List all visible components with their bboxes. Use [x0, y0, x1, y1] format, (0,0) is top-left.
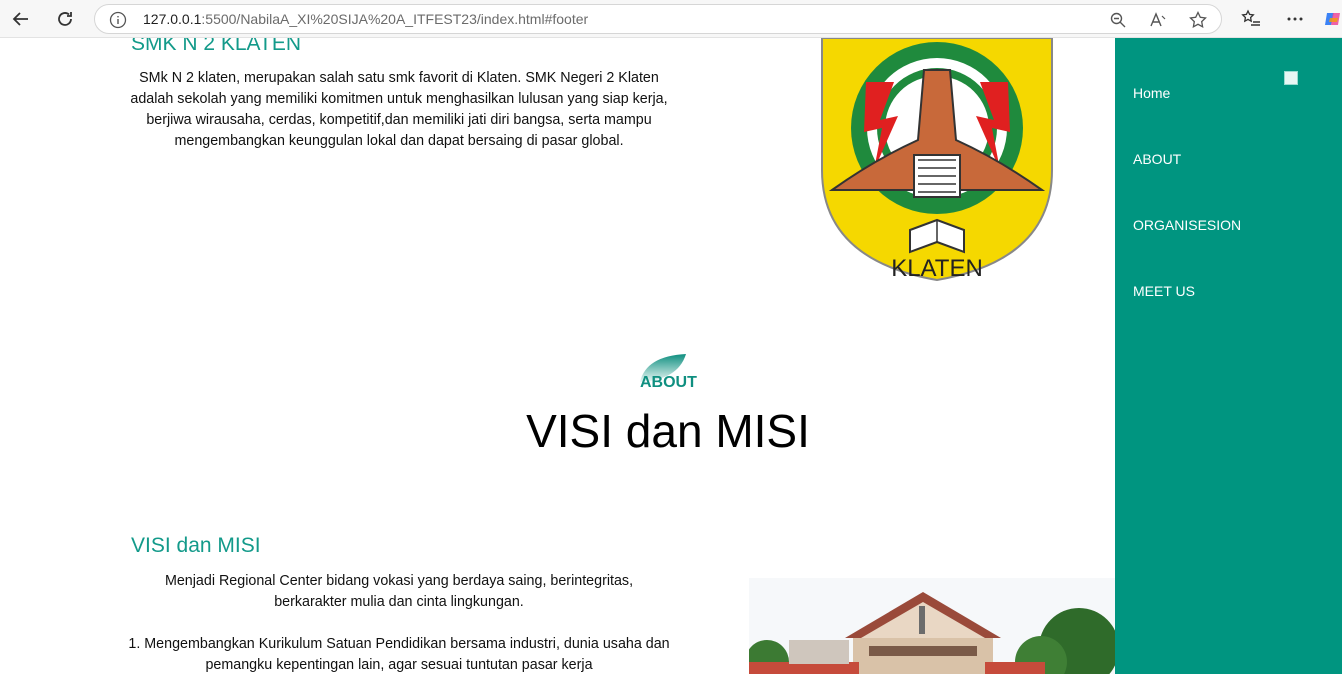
back-button[interactable]	[8, 6, 34, 32]
broken-image-icon	[1284, 71, 1298, 85]
url-text: 127.0.0.1:5500/NabilaA_XI%20SIJA%20A_ITF…	[143, 11, 588, 27]
about-badge-label: ABOUT	[640, 374, 697, 391]
arrow-left-icon	[12, 12, 28, 26]
info-icon[interactable]	[107, 9, 129, 31]
school-description: SMk N 2 klaten, merupakan salah satu smk…	[130, 70, 668, 149]
read-aloud-icon[interactable]	[1147, 9, 1169, 31]
sidebar-item-about[interactable]: ABOUT	[1133, 151, 1181, 167]
more-dots-icon	[1287, 17, 1303, 21]
school-building-photo	[749, 578, 1115, 674]
visi-section-title: VISI dan MISI	[131, 534, 261, 557]
sidebar-item-meet-us[interactable]: MEET US	[1133, 283, 1195, 299]
sidebar-item-home[interactable]: Home	[1133, 85, 1170, 101]
crest-text: KLATEN	[891, 255, 983, 282]
favorites-list-icon	[1241, 9, 1260, 26]
url-host: 127.0.0.1	[143, 11, 202, 27]
more-menu-button[interactable]	[1282, 6, 1308, 32]
copilot-button[interactable]	[1320, 6, 1342, 32]
sidebar-item-organisesion[interactable]: ORGANISESION	[1133, 217, 1241, 233]
address-bar[interactable]: 127.0.0.1:5500/NabilaA_XI%20SIJA%20A_ITF…	[94, 4, 1222, 34]
zoom-icon[interactable]	[1107, 9, 1129, 31]
reload-icon	[58, 12, 72, 26]
mission-text: 1. Mengembangkan Kurikulum Satuan Pendid…	[128, 636, 670, 673]
browser-toolbar: 127.0.0.1:5500/NabilaA_XI%20SIJA%20A_ITF…	[0, 0, 1342, 38]
copilot-icon	[1325, 13, 1340, 25]
favorites-button[interactable]	[1238, 6, 1264, 32]
page-viewport: SMK N 2 KLATEN SMk N 2 klaten, merupakan…	[0, 38, 1342, 674]
url-path: :5500/NabilaA_XI%20SIJA%20A_ITFEST23/ind…	[201, 11, 589, 27]
vision-text: Menjadi Regional Center bidang vokasi ya…	[164, 573, 634, 610]
school-title: SMK N 2 KLATEN	[131, 38, 301, 55]
sidebar-nav: Home ABOUT ORGANISESION MEET US	[1115, 38, 1342, 674]
favorite-star-icon[interactable]	[1187, 9, 1209, 31]
school-crest-logo: KLATEN	[821, 38, 1053, 282]
reload-button[interactable]	[52, 6, 78, 32]
